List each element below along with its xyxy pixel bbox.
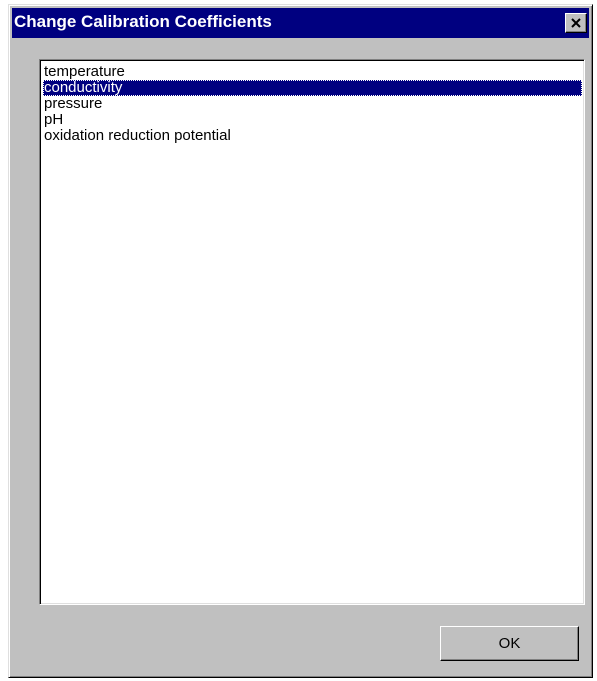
list-item-conductivity[interactable]: conductivity <box>43 80 582 96</box>
coefficient-listbox[interactable]: temperature conductivity pressure pH oxi… <box>39 59 585 605</box>
dialog-title: Change Calibration Coefficients <box>14 12 272 31</box>
list-item-temperature[interactable]: temperature <box>43 64 582 80</box>
list-item-oxidation-reduction-potential[interactable]: oxidation reduction potential <box>43 128 582 144</box>
close-button[interactable] <box>565 13 587 33</box>
calibration-dialog: Change Calibration Coefficients temperat… <box>8 4 593 678</box>
list-item-ph[interactable]: pH <box>43 112 582 128</box>
close-icon <box>571 18 581 28</box>
ok-button[interactable]: OK <box>440 626 579 661</box>
list-item-pressure[interactable]: pressure <box>43 96 582 112</box>
title-bar[interactable]: Change Calibration Coefficients <box>12 8 589 38</box>
